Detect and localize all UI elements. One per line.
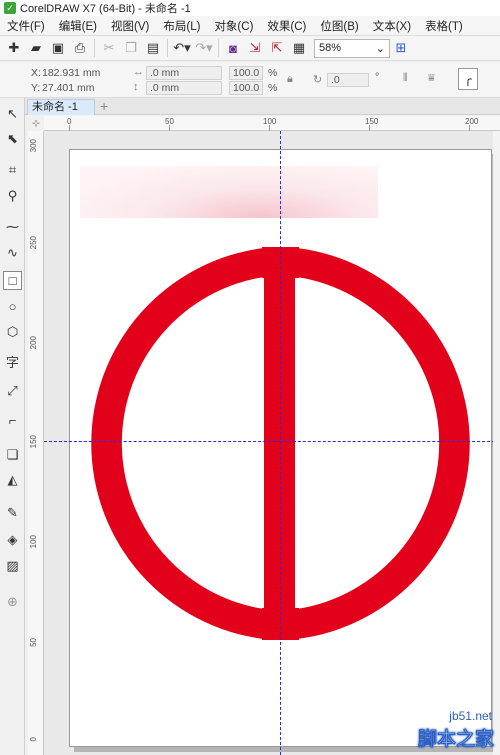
percent-unit: %	[268, 67, 278, 79]
copy-icon[interactable]: ❐	[120, 38, 142, 58]
zoom-level-value: 58%	[319, 42, 342, 54]
width-icon: ↔	[133, 66, 144, 78]
new-document-icon[interactable]: ✚	[3, 38, 25, 58]
shape-tool-icon[interactable]: ⬉	[3, 129, 22, 148]
ruler-h-label: 150	[365, 117, 379, 126]
standard-toolbar: ✚ ▰ ▣ ⎙ ✂ ❐ ▤ ↶▾ ↷▾ ◙ ⇲ ⇱ ▦ 58% ⌄ ⊞	[0, 36, 500, 61]
vertical-scrollbar[interactable]	[493, 131, 500, 755]
height-icon: ↕	[133, 81, 139, 93]
height-field[interactable]: .0 mm	[146, 81, 222, 95]
zoom-tool-icon[interactable]: ⚲	[3, 186, 22, 205]
eyedropper-icon[interactable]: ✎	[3, 503, 22, 522]
red-circle-right-half[interactable]	[297, 248, 470, 639]
mirror-vertical-icon[interactable]: ⩸	[428, 72, 435, 85]
add-tab-icon[interactable]: +	[100, 99, 108, 113]
scale-y-field[interactable]: 100.0	[229, 81, 263, 95]
toolbox: ↖ ⬉ ⌗ ⚲ ⁓ ∿ □ ○ ⬡ 字 ⤢ ⌐ ❏ ◭ ✎ ◈ ▨ ⊕	[0, 98, 25, 755]
mirror-horizontal-icon[interactable]: ⫴	[403, 72, 408, 85]
ruler-v-label: 150	[29, 435, 38, 449]
menu-view[interactable]: 视图(V)	[104, 18, 156, 34]
menu-layout[interactable]: 布局(L)	[156, 18, 207, 34]
freehand-tool-icon[interactable]: ⁓	[3, 217, 22, 236]
horizontal-ruler[interactable]: 0 50 100 150 200	[44, 116, 500, 131]
menu-table[interactable]: 表格(T)	[418, 18, 470, 34]
y-position-field[interactable]: 27.401 mm	[42, 82, 95, 94]
document-tab[interactable]: 未命名 -1	[27, 99, 95, 115]
undo-icon[interactable]: ↶▾	[171, 38, 193, 58]
ellipse-tool-icon[interactable]: ○	[3, 297, 22, 316]
ruler-h-label: 200	[465, 117, 479, 126]
menu-bitmaps[interactable]: 位图(B)	[313, 18, 365, 34]
property-bar: X: 182.931 mm Y: 27.401 mm ↔ ↕ .0 mm .0 …	[0, 62, 500, 98]
x-position-field[interactable]: 182.931 mm	[42, 67, 100, 79]
degree-unit: °	[375, 71, 380, 83]
width-field[interactable]: .0 mm	[146, 66, 222, 80]
horizontal-guideline[interactable]	[44, 441, 500, 442]
zoom-level-select[interactable]: 58% ⌄	[314, 38, 390, 58]
crop-tool-icon[interactable]: ⌗	[3, 160, 22, 179]
toolbar-separator	[218, 39, 219, 57]
menu-bar: 文件(F) 编辑(E) 视图(V) 布局(L) 对象(C) 效果(C) 位图(B…	[0, 16, 500, 36]
open-folder-icon[interactable]: ▰	[25, 38, 47, 58]
rectangle-tool-icon[interactable]: □	[3, 271, 22, 290]
percent-unit: %	[268, 82, 278, 94]
angle-field[interactable]: .0	[327, 73, 369, 87]
ruler-v-label: 200	[29, 336, 38, 350]
search-content-icon[interactable]: ◙	[222, 38, 244, 58]
dimension-tool-icon[interactable]: ⤢	[3, 381, 22, 400]
print-icon[interactable]: ⎙	[69, 38, 91, 58]
export-icon[interactable]: ⇱	[266, 38, 288, 58]
menu-text[interactable]: 文本(X)	[366, 18, 418, 34]
redo-icon[interactable]: ↷▾	[193, 38, 215, 58]
vertical-ruler[interactable]: 300 250 200 150 100 50 0	[28, 131, 44, 755]
lock-ratio-icon[interactable]: 🔒︎	[287, 73, 293, 86]
drop-shadow-icon[interactable]: ❏	[3, 445, 22, 464]
scale-x-field[interactable]: 100.0	[229, 66, 263, 80]
toolbar-separator	[167, 39, 168, 57]
ruler-origin-icon[interactable]: ⊹	[28, 116, 44, 131]
ruler-v-label: 100	[29, 535, 38, 549]
ruler-v-label: 0	[29, 737, 38, 742]
publish-pdf-icon[interactable]: ▦	[288, 38, 310, 58]
save-icon[interactable]: ▣	[47, 38, 69, 58]
paste-icon[interactable]: ▤	[142, 38, 164, 58]
round-corner-icon[interactable]: ╭	[458, 68, 478, 90]
polygon-tool-icon[interactable]: ⬡	[3, 322, 22, 341]
chevron-down-icon: ⌄	[375, 42, 385, 55]
watermark: jb51.net 脚本之家	[390, 707, 500, 755]
rotate-icon: ↻	[313, 74, 323, 86]
add-tool-icon[interactable]: ⊕	[3, 592, 22, 611]
ruler-v-label: 250	[29, 236, 38, 250]
smart-fill-icon[interactable]: ▨	[3, 556, 22, 575]
transparency-icon[interactable]: ◭	[3, 470, 22, 489]
red-circle-left-half[interactable]	[91, 248, 264, 639]
watermark-name: 脚本之家	[417, 728, 494, 750]
import-icon[interactable]: ⇲	[244, 38, 266, 58]
title-bar: ✓ CorelDRAW X7 (64-Bit) - 未命名 -1	[0, 0, 500, 16]
snap-to-icon[interactable]: ⊞	[390, 38, 412, 58]
vertical-guideline[interactable]	[280, 131, 281, 755]
menu-edit[interactable]: 编辑(E)	[52, 18, 104, 34]
pick-tool-icon[interactable]: ↖	[3, 104, 22, 123]
text-tool-icon[interactable]: 字	[3, 352, 22, 371]
menu-object[interactable]: 对象(C)	[207, 18, 260, 34]
document-tab-bar: 未命名 -1 +	[25, 98, 500, 115]
interactive-fill-icon[interactable]: ◈	[3, 530, 22, 549]
artistic-media-icon[interactable]: ∿	[3, 243, 22, 262]
menu-effects[interactable]: 效果(C)	[260, 18, 313, 34]
y-label: Y:	[31, 82, 41, 94]
cut-icon[interactable]: ✂	[98, 38, 120, 58]
x-label: X:	[31, 67, 41, 79]
connector-tool-icon[interactable]: ⌐	[3, 411, 22, 430]
toolbar-separator	[94, 39, 95, 57]
drawing-svg	[91, 247, 470, 640]
drawing-canvas[interactable]	[44, 131, 500, 755]
watermark-site: jb51.net	[449, 709, 492, 723]
coreldraw-logo-icon: ✓	[4, 2, 16, 14]
window-title: CorelDRAW X7 (64-Bit) - 未命名 -1	[20, 3, 191, 15]
menu-file[interactable]: 文件(F)	[0, 18, 52, 34]
ruler-v-label: 300	[29, 139, 38, 153]
ruler-v-label: 50	[29, 638, 38, 647]
